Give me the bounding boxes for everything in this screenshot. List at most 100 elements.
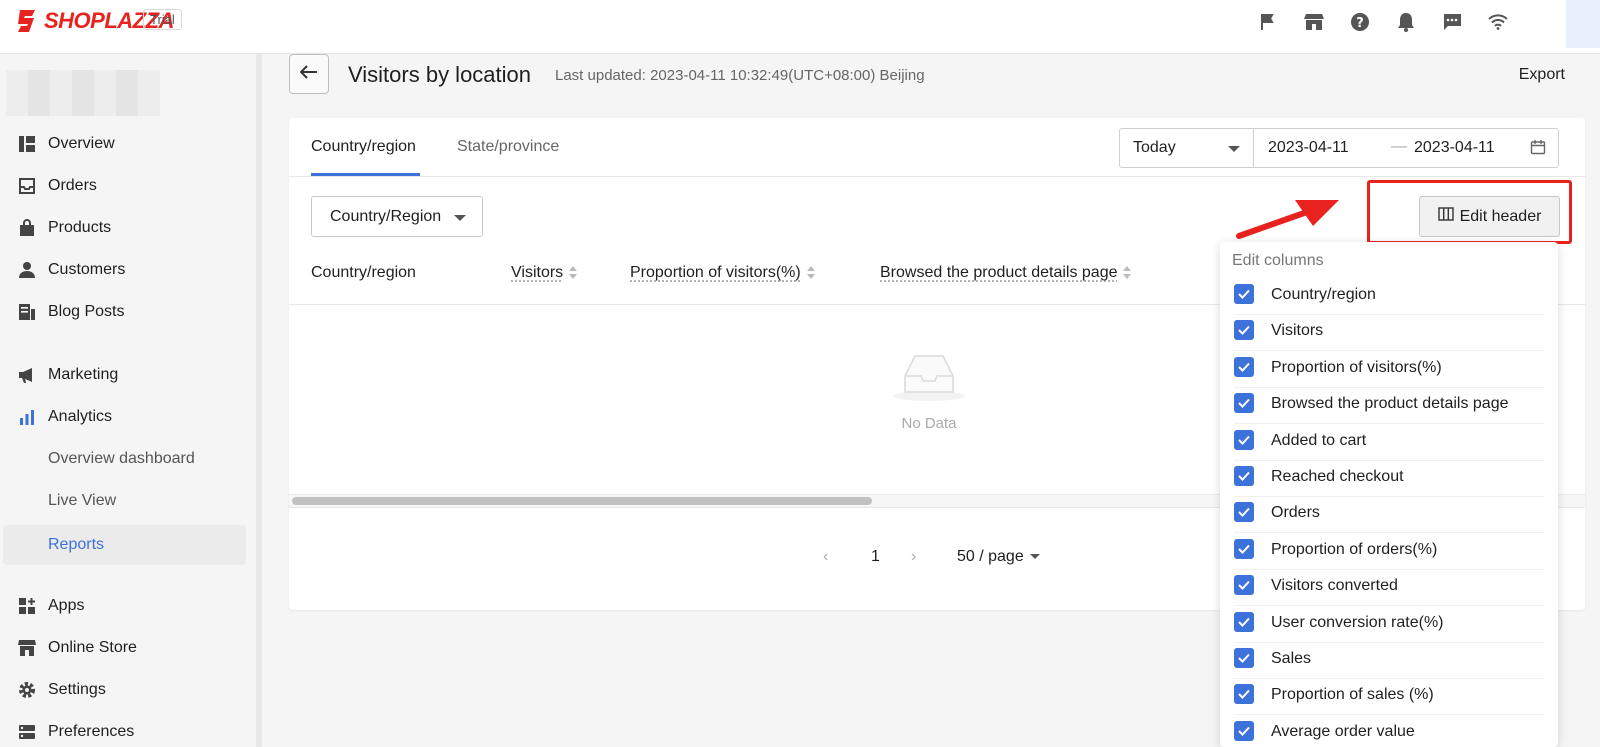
avatar[interactable] <box>1566 0 1600 48</box>
checkbox-checked-icon[interactable] <box>1234 320 1254 341</box>
dimension-dropdown[interactable]: Country/Region <box>311 196 483 237</box>
sidebar-item-customers[interactable]: Customers <box>0 253 246 287</box>
sidebar-item-orders[interactable]: Orders <box>0 169 246 203</box>
column-toggle-item[interactable]: Sales <box>1234 643 1544 679</box>
page-title: Visitors by location <box>348 62 532 87</box>
sidebar-item-label: Preferences <box>48 723 135 740</box>
column-toggle-item[interactable]: Proportion of visitors(%) <box>1234 352 1544 388</box>
checkbox-checked-icon[interactable] <box>1234 466 1254 486</box>
checkbox-checked-icon[interactable] <box>1234 648 1254 668</box>
export-button[interactable]: Export <box>1519 66 1565 84</box>
sidebar-item-online-store[interactable]: Online Store <box>0 631 246 665</box>
store-icon[interactable] <box>1302 10 1326 34</box>
column-toggle-item[interactable]: User conversion rate(%) <box>1234 607 1544 643</box>
checkbox-checked-icon[interactable] <box>1234 393 1254 414</box>
sidebar-item-label: Overview <box>48 135 115 152</box>
message-icon[interactable] <box>1440 10 1464 34</box>
sidebar-item-label: Live View <box>48 492 117 509</box>
bell-icon[interactable] <box>1394 10 1418 34</box>
column-toggle-label: Reached checkout <box>1271 468 1404 485</box>
column-toggle-item[interactable]: Orders <box>1234 497 1544 534</box>
column-toggle-label: Sales <box>1271 650 1312 667</box>
date-separator: — <box>1391 138 1407 155</box>
next-page-button[interactable]: › <box>911 548 916 566</box>
sidebar-item-apps[interactable]: Apps <box>0 589 246 623</box>
store-icon <box>18 639 36 657</box>
column-toggle-item[interactable]: Proportion of sales (%) <box>1234 679 1544 716</box>
column-toggle-item[interactable]: Proportion of orders(%) <box>1234 534 1544 570</box>
column-toggle-item[interactable]: Added to cart <box>1234 425 1544 461</box>
edit-header-button[interactable]: Edit header <box>1419 196 1560 237</box>
start-date-input[interactable]: 2023-04-11 <box>1268 139 1349 157</box>
column-toggle-label: Proportion of orders(%) <box>1271 540 1438 558</box>
store-name-blurred[interactable] <box>6 70 160 116</box>
edit-columns-title: Edit columns <box>1232 252 1324 269</box>
column-toggle-label: Proportion of sales (%) <box>1271 686 1434 704</box>
sort-icon[interactable] <box>806 265 815 280</box>
scrollbar-thumb[interactable] <box>292 497 872 505</box>
checkbox-checked-icon[interactable] <box>1234 684 1254 705</box>
sidebar-item-overview-dashboard[interactable]: Overview dashboard <box>0 442 246 476</box>
sidebar-item-products[interactable]: Products <box>0 211 246 245</box>
column-toggle-item[interactable]: Visitors converted <box>1234 570 1544 607</box>
column-header-browsed-product-details[interactable]: Browsed the product details page <box>880 264 1132 282</box>
column-toggle-item[interactable]: Reached checkout <box>1234 461 1544 497</box>
sidebar-item-label: Blog Posts <box>48 303 125 320</box>
date-preset-value: Today <box>1133 139 1176 156</box>
checkbox-checked-icon[interactable] <box>1234 284 1254 304</box>
flag-icon[interactable] <box>1256 10 1280 34</box>
checkbox-checked-icon[interactable] <box>1234 502 1254 523</box>
column-toggle-item[interactable]: Average order value <box>1234 716 1544 747</box>
apps-icon <box>18 597 36 615</box>
column-toggle-item[interactable]: Browsed the product details page <box>1234 388 1544 425</box>
preferences-icon <box>18 723 36 741</box>
sidebar-item-label: Products <box>48 219 112 236</box>
sidebar-item-marketing[interactable]: Marketing <box>0 358 246 392</box>
page-number-current[interactable]: 1 <box>871 548 880 566</box>
sidebar-item-reports[interactable]: Reports <box>3 525 246 565</box>
caret-down-icon <box>1228 146 1240 152</box>
help-icon[interactable]: ? <box>1348 10 1372 34</box>
calendar-icon[interactable] <box>1530 139 1546 160</box>
sidebar-item-preferences[interactable]: Preferences <box>0 715 246 747</box>
sort-icon[interactable] <box>569 265 578 280</box>
column-header-visitors[interactable]: Visitors <box>511 264 578 282</box>
column-toggle-label: Orders <box>1271 504 1320 522</box>
tab-state-province[interactable]: State/province <box>457 138 559 156</box>
column-toggle-label: Visitors converted <box>1271 577 1398 595</box>
back-button[interactable] <box>289 54 329 94</box>
checkbox-checked-icon[interactable] <box>1234 356 1254 377</box>
sidebar-item-analytics[interactable]: Analytics <box>0 400 246 434</box>
sidebar-item-live-view[interactable]: Live View <box>0 484 246 518</box>
blog-icon <box>18 303 36 321</box>
wifi-icon[interactable] <box>1486 10 1510 34</box>
sidebar-item-blog-posts[interactable]: Blog Posts <box>0 295 246 329</box>
checkbox-checked-icon[interactable] <box>1234 429 1254 450</box>
checkbox-checked-icon[interactable] <box>1234 720 1254 741</box>
edit-columns-popover: Edit columns Country/region Visitors Propo… <box>1220 242 1558 747</box>
column-toggle-item[interactable]: Country/region <box>1234 279 1544 315</box>
checkbox-checked-icon[interactable] <box>1234 538 1254 559</box>
date-preset-select[interactable]: Today <box>1120 129 1254 167</box>
sidebar-item-label: Analytics <box>48 408 113 425</box>
column-header-proportion-visitors[interactable]: Proportion of visitors(%) <box>630 264 815 282</box>
sidebar-item-label: Orders <box>48 177 97 194</box>
column-toggle-item[interactable]: Visitors <box>1234 315 1544 352</box>
sidebar-item-label: Customers <box>48 261 126 278</box>
page-size-select[interactable]: 50 / page <box>957 548 1040 566</box>
trial-badge: Trial <box>143 9 182 30</box>
svg-text:?: ? <box>1356 16 1364 31</box>
sidebar-item-overview[interactable]: Overview <box>0 127 246 161</box>
products-icon <box>18 219 36 237</box>
top-bar: SHOPLAZZA Trial ? <box>0 0 1600 54</box>
tab-country-region[interactable]: Country/region <box>311 138 416 156</box>
dimension-value: Country/Region <box>330 208 442 225</box>
caret-down-icon <box>454 215 466 221</box>
sidebar-item-settings[interactable]: Settings <box>0 673 246 707</box>
caret-down-icon <box>1029 554 1040 560</box>
prev-page-button[interactable]: ‹ <box>823 548 828 566</box>
checkbox-checked-icon[interactable] <box>1234 575 1254 596</box>
end-date-input[interactable]: 2023-04-11 <box>1414 139 1495 157</box>
checkbox-checked-icon[interactable] <box>1234 611 1254 632</box>
sort-icon[interactable] <box>1123 265 1132 280</box>
